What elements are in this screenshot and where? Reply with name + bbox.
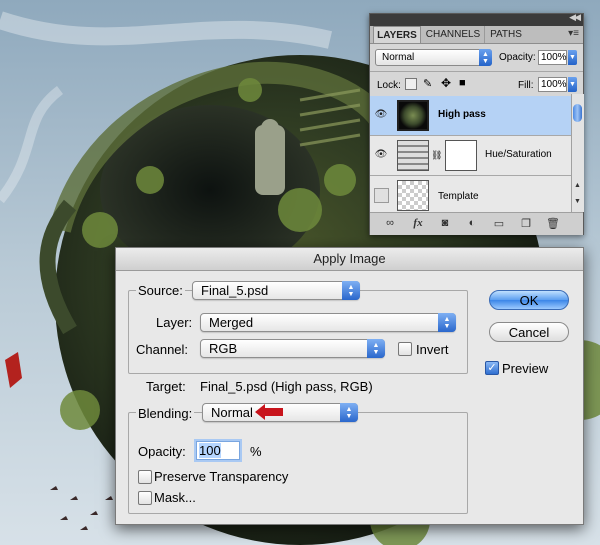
fill-dropdown-icon[interactable]: ▼ <box>568 77 577 92</box>
layers-panel: ◀◀ LAYERS CHANNELS PATHS ▾≡ Normal ▲ ▼ Op… <box>369 12 584 235</box>
new-layer-icon[interactable]: ❐ <box>519 217 533 230</box>
channel-value: RGB <box>209 341 238 356</box>
opacity-field[interactable]: 100% <box>538 50 567 65</box>
opacity-input[interactable]: 100 <box>196 441 240 460</box>
brush-icon[interactable]: ✎ <box>423 77 432 90</box>
dialog-title[interactable]: Apply Image <box>116 248 583 271</box>
blend-mode-value: Normal <box>382 52 415 63</box>
preserve-transparency-checkbox[interactable] <box>138 470 152 484</box>
mask-checkbox[interactable] <box>138 491 152 505</box>
layer-value: Merged <box>209 315 254 330</box>
layer-thumbnail <box>397 180 429 211</box>
link-icon: ⛓ <box>431 150 443 160</box>
ok-button[interactable]: OK <box>489 290 569 310</box>
collapse-icon[interactable]: ◀◀ <box>569 12 581 23</box>
link-layers-icon[interactable]: ∞ <box>383 217 397 229</box>
opacity-dropdown-icon[interactable]: ▼ <box>568 50 577 65</box>
visibility-eye-icon[interactable]: 👁 <box>374 108 388 122</box>
preview-checkbox[interactable]: ✓ <box>485 361 499 375</box>
scroll-up-icon[interactable]: ▲ <box>574 182 581 189</box>
lock-icon[interactable]: ■ <box>459 77 466 89</box>
layer-row-hue-saturation[interactable]: 👁 ⛓ Hue/Saturation <box>370 136 571 176</box>
apply-image-dialog: Apply Image Source: Final_5.psd ▲ ▼ Layer… <box>115 247 584 525</box>
layer-row-template[interactable]: Template <box>370 176 571 212</box>
layers-scrollbar[interactable]: ▲ ▼ <box>571 94 584 212</box>
channel-select[interactable]: RGB ▲ ▼ <box>200 339 385 358</box>
tab-channels[interactable]: CHANNELS <box>422 26 485 43</box>
opacity-unit: % <box>250 444 262 459</box>
channel-label: Channel: <box>136 342 189 357</box>
blending-label: Blending: <box>136 406 195 421</box>
group-folder-icon[interactable]: ▭ <box>492 217 506 230</box>
visibility-eye-icon[interactable]: 👁 <box>374 148 388 162</box>
updown-arrows-icon: ▲ ▼ <box>479 49 492 66</box>
source-group <box>128 290 468 374</box>
adjustment-icon <box>397 140 429 171</box>
panel-title-bar[interactable]: ◀◀ <box>370 12 583 26</box>
blending-value: Normal <box>211 405 253 420</box>
tab-layers[interactable]: LAYERS <box>373 26 421 43</box>
invert-checkbox[interactable] <box>398 342 412 356</box>
annotation-red-arrow-icon <box>255 404 283 420</box>
updown-arrows-icon: ▲ ▼ <box>438 313 456 332</box>
lock-label: Lock: <box>377 80 401 91</box>
trash-icon[interactable]: 🗑 <box>546 217 560 230</box>
opacity-label: Opacity: <box>499 52 536 63</box>
preserve-transparency-label[interactable]: Preserve Transparency <box>154 469 288 484</box>
scroll-down-icon[interactable]: ▼ <box>574 198 581 205</box>
layer-name[interactable]: Template <box>438 191 479 202</box>
updown-arrows-icon: ▲ ▼ <box>367 339 385 358</box>
blend-mode-select[interactable]: Normal ▲ ▼ <box>375 49 492 66</box>
lock-transparent-icon[interactable] <box>405 78 417 90</box>
fill-label: Fill: <box>518 80 534 91</box>
cancel-button[interactable]: Cancel <box>489 322 569 342</box>
layer-name[interactable]: Hue/Saturation <box>485 149 552 160</box>
tab-paths[interactable]: PATHS <box>485 26 527 43</box>
panel-tabs: LAYERS CHANNELS PATHS ▾≡ <box>370 26 583 44</box>
visibility-toggle[interactable] <box>374 188 389 203</box>
add-mask-icon[interactable]: ◙ <box>438 217 452 229</box>
mask-label[interactable]: Mask... <box>154 490 196 505</box>
scrollbar-thumb[interactable] <box>573 104 582 122</box>
target-label: Target: <box>146 379 186 394</box>
layer-label: Layer: <box>156 315 193 330</box>
updown-arrows-icon: ▲ ▼ <box>342 281 360 300</box>
layer-select[interactable]: Merged ▲ ▼ <box>200 313 456 332</box>
preview-label[interactable]: Preview <box>502 361 548 376</box>
move-icon[interactable]: ✥ <box>441 76 451 90</box>
source-label: Source: <box>136 283 185 298</box>
source-select[interactable]: Final_5.psd ▲ ▼ <box>192 281 360 300</box>
panel-menu-icon[interactable]: ▾≡ <box>568 28 579 39</box>
opacity-value: 100 <box>199 443 221 458</box>
layer-row-high-pass[interactable]: 👁 High pass <box>370 96 571 136</box>
target-value: Final_5.psd (High pass, RGB) <box>200 379 373 394</box>
opacity-label: Opacity: <box>138 444 186 459</box>
layer-name[interactable]: High pass <box>438 109 486 120</box>
invert-label[interactable]: Invert <box>416 342 449 357</box>
adjustment-layer-icon[interactable]: ◐ <box>465 217 479 229</box>
layer-mask-thumbnail[interactable] <box>445 140 477 171</box>
layer-thumbnail <box>397 100 429 131</box>
layers-footer-toolbar: ∞ fx ◙ ◐ ▭ ❐ 🗑 <box>370 212 583 235</box>
updown-arrows-icon: ▲ ▼ <box>340 403 358 422</box>
source-value: Final_5.psd <box>201 283 269 298</box>
fx-icon[interactable]: fx <box>411 217 425 229</box>
fill-field[interactable]: 100% <box>538 77 567 92</box>
